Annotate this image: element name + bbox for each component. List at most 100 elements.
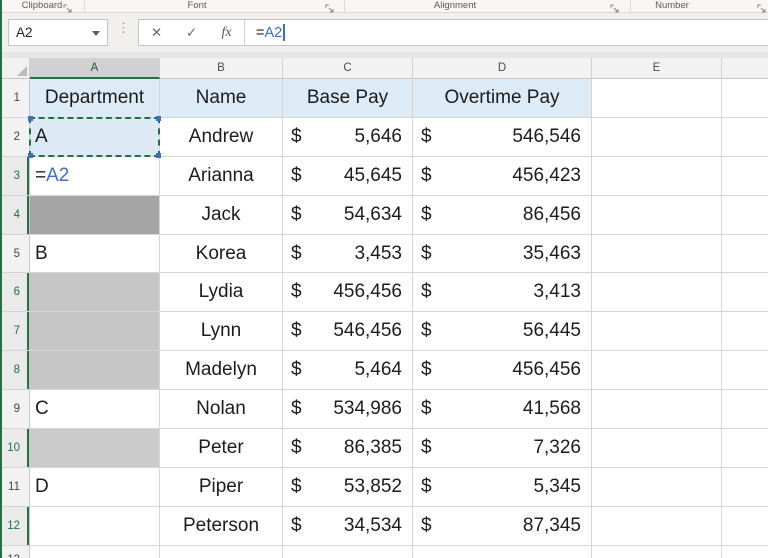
cell-D8[interactable]: $456,456 — [413, 351, 592, 391]
cell-D11[interactable]: $5,345 — [413, 467, 592, 507]
cell-A8[interactable] — [30, 351, 160, 391]
cell-C1[interactable]: Base Pay — [283, 79, 413, 118]
cell-E11[interactable] — [592, 467, 722, 507]
cell-F2[interactable] — [722, 117, 768, 157]
row-header-13[interactable]: 13 — [0, 545, 30, 558]
cell-E12[interactable] — [592, 506, 722, 546]
name-box-dropdown-icon[interactable] — [92, 31, 100, 36]
row-header-11[interactable]: 11 — [0, 467, 30, 507]
number-dialog-launcher-icon[interactable] — [757, 1, 767, 13]
col-header-B[interactable]: B — [160, 58, 283, 79]
cell-F3[interactable] — [722, 156, 768, 196]
cell-F11[interactable] — [722, 467, 768, 507]
cell-F4[interactable] — [722, 195, 768, 235]
cell-A12[interactable] — [30, 506, 160, 546]
cell-A1[interactable]: Department — [30, 79, 160, 118]
cell-A11[interactable]: D — [30, 467, 160, 507]
row-header-5[interactable]: 5 — [0, 234, 30, 274]
col-header-C[interactable]: C — [283, 58, 413, 79]
cell-A7[interactable] — [30, 312, 160, 352]
cancel-button[interactable]: ✕ — [139, 25, 174, 41]
cell-E1[interactable] — [592, 79, 722, 118]
row-header-12[interactable]: 12 — [0, 506, 30, 546]
cell-B11[interactable]: Piper — [160, 467, 283, 507]
cell-A13[interactable] — [30, 545, 160, 558]
cell-B9[interactable]: Nolan — [160, 390, 283, 430]
col-header-A[interactable]: A — [30, 58, 160, 79]
cell-F10[interactable] — [722, 429, 768, 468]
enter-button[interactable]: ✓ — [174, 25, 209, 41]
cell-C3[interactable]: $45,645 — [283, 156, 413, 196]
cell-E7[interactable] — [592, 312, 722, 352]
cell-E9[interactable] — [592, 390, 722, 430]
select-all-corner[interactable] — [0, 58, 30, 79]
cell-E13[interactable] — [592, 545, 722, 558]
cell-C9[interactable]: $534,986 — [283, 390, 413, 430]
cell-C4[interactable]: $54,634 — [283, 195, 413, 235]
col-header-E[interactable]: E — [592, 58, 722, 79]
cell-C12[interactable]: $34,534 — [283, 506, 413, 546]
row-header-6[interactable]: 6 — [0, 273, 30, 313]
cell-C11[interactable]: $53,852 — [283, 467, 413, 507]
cell-D12[interactable]: $87,345 — [413, 506, 592, 546]
cell-F5[interactable] — [722, 234, 768, 274]
clipboard-dialog-launcher-icon[interactable] — [63, 1, 73, 13]
cell-C8[interactable]: $5,464 — [283, 351, 413, 391]
cell-A9[interactable]: C — [30, 390, 160, 430]
cell-C5[interactable]: $3,453 — [283, 234, 413, 274]
cell-F7[interactable] — [722, 312, 768, 352]
cell-D7[interactable]: $56,445 — [413, 312, 592, 352]
reference-corner-handle[interactable] — [156, 152, 161, 158]
cell-C13[interactable] — [283, 545, 413, 558]
cell-A6[interactable] — [30, 273, 160, 313]
insert-function-button[interactable]: fx — [209, 25, 244, 41]
cell-D4[interactable]: $86,456 — [413, 195, 592, 235]
font-dialog-launcher-icon[interactable] — [325, 1, 335, 13]
row-header-7[interactable]: 7 — [0, 312, 30, 352]
cell-F8[interactable] — [722, 351, 768, 391]
cell-E6[interactable] — [592, 273, 722, 313]
name-box[interactable]: A2 — [8, 19, 108, 46]
row-header-10[interactable]: 10 — [0, 429, 30, 468]
cell-A3[interactable]: = A2 — [30, 156, 160, 196]
cell-B1[interactable]: Name — [160, 79, 283, 118]
reference-corner-handle[interactable] — [28, 115, 33, 121]
cell-F13[interactable] — [722, 545, 768, 558]
cell-C6[interactable]: $456,456 — [283, 273, 413, 313]
row-header-8[interactable]: 8 — [0, 351, 30, 391]
cell-A10[interactable] — [30, 429, 160, 468]
cell-B6[interactable]: Lydia — [160, 273, 283, 313]
cell-E5[interactable] — [592, 234, 722, 274]
cell-E10[interactable] — [592, 429, 722, 468]
cell-B12[interactable]: Peterson — [160, 506, 283, 546]
cell-D13[interactable] — [413, 545, 592, 558]
formula-input[interactable]: = A2 — [245, 24, 285, 41]
cell-F6[interactable] — [722, 273, 768, 313]
cell-D1[interactable]: Overtime Pay — [413, 79, 592, 118]
col-header-D[interactable]: D — [413, 58, 592, 79]
cell-B13[interactable] — [160, 545, 283, 558]
row-header-3[interactable]: 3 — [0, 156, 30, 196]
cell-C7[interactable]: $546,456 — [283, 312, 413, 352]
cell-B7[interactable]: Lynn — [160, 312, 283, 352]
reference-corner-handle[interactable] — [156, 115, 161, 121]
cell-E4[interactable] — [592, 195, 722, 235]
cell-E8[interactable] — [592, 351, 722, 391]
cell-A4[interactable] — [30, 195, 160, 235]
cell-E2[interactable] — [592, 117, 722, 157]
cell-D6[interactable]: $3,413 — [413, 273, 592, 313]
cell-B5[interactable]: Korea — [160, 234, 283, 274]
row-header-2[interactable]: 2 — [0, 117, 30, 157]
cell-F1[interactable] — [722, 79, 768, 118]
reference-corner-handle[interactable] — [28, 152, 33, 158]
row-header-1[interactable]: 1 — [0, 79, 30, 118]
cell-E3[interactable] — [592, 156, 722, 196]
cell-B2[interactable]: Andrew — [160, 117, 283, 157]
cell-D5[interactable]: $35,463 — [413, 234, 592, 274]
cell-F9[interactable] — [722, 390, 768, 430]
cell-C10[interactable]: $86,385 — [283, 429, 413, 468]
cell-D10[interactable]: $7,326 — [413, 429, 592, 468]
cell-D2[interactable]: $546,546 — [413, 117, 592, 157]
cell-A2[interactable]: A — [28, 115, 161, 158]
cell-B3[interactable]: Arianna — [160, 156, 283, 196]
